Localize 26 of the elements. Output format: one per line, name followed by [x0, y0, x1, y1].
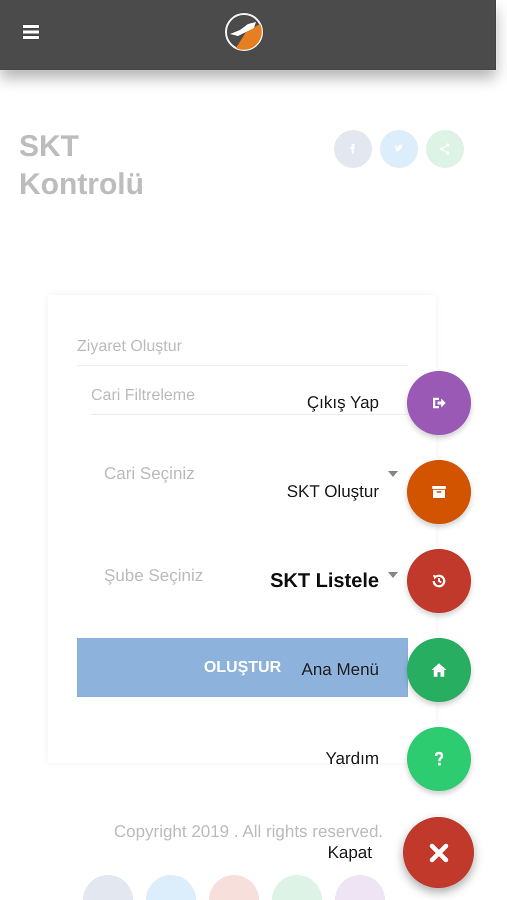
menu-label: Kapat	[328, 842, 372, 864]
menu-action-button[interactable]	[406, 638, 470, 702]
menu-action-button[interactable]	[406, 460, 470, 524]
home-icon	[430, 661, 448, 679]
menu-label: Çıkış Yap	[306, 392, 379, 414]
dropdown-field[interactable]: Cari Seçiniz	[104, 461, 195, 486]
facebook-share-button[interactable]	[334, 130, 372, 168]
menu-label: Ana Menü	[302, 659, 379, 682]
archive-box-icon	[430, 483, 448, 501]
share-share-button[interactable]	[426, 130, 464, 168]
menu-label: SKT Oluştur	[286, 481, 379, 504]
caret-icon	[388, 470, 398, 477]
dropdown-field[interactable]: Şube Seçiniz	[104, 562, 204, 588]
text-input-field[interactable]: Ziyaret Oluştur	[77, 329, 408, 366]
menu-label: SKT Listele	[270, 569, 379, 594]
menu-action-button[interactable]	[406, 371, 470, 435]
logo-icon[interactable]	[224, 12, 264, 52]
twitter-share-button[interactable]	[380, 130, 418, 168]
menu-label: Yardım	[325, 748, 379, 770]
caret-icon	[388, 572, 398, 578]
close-button[interactable]	[403, 817, 474, 888]
history-icon	[430, 572, 448, 590]
copyright-text: Copyright 2019 . All rights reserved.	[112, 821, 384, 843]
menu-icon[interactable]	[23, 25, 39, 39]
page-title: SKT Kontrolü	[19, 129, 145, 202]
menu-action-button[interactable]	[406, 549, 470, 613]
